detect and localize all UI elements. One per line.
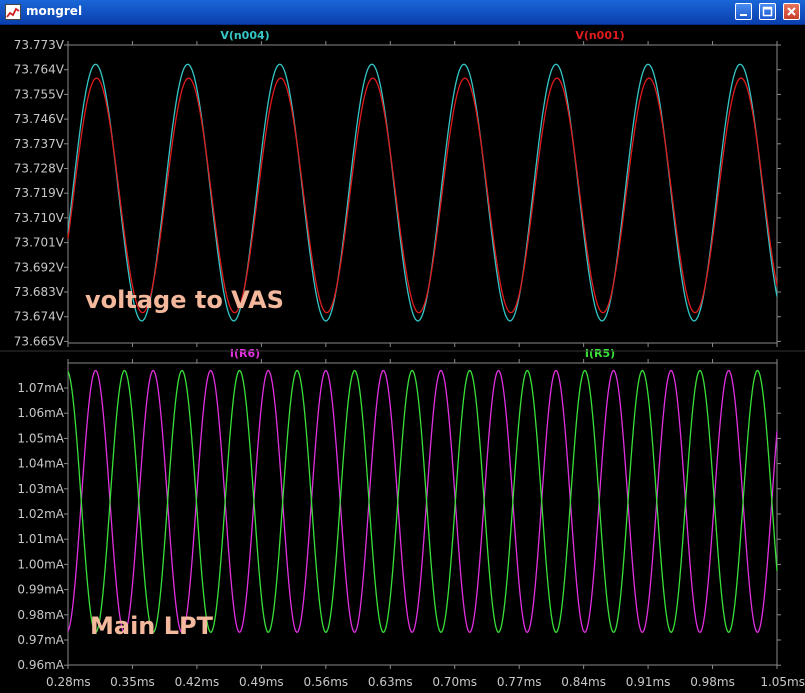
y-tick-label: 73.764V <box>14 63 65 77</box>
y-tick-label: 0.98mA <box>17 608 64 622</box>
y-tick-label: 73.674V <box>14 310 65 324</box>
x-tick-label: 0.42ms <box>175 675 220 689</box>
plot-annotation: voltage to VAS <box>85 286 284 314</box>
trace-label: I(R6) <box>230 347 260 360</box>
x-tick-label: 0.49ms <box>239 675 284 689</box>
y-tick-label: 73.683V <box>14 285 65 299</box>
plot-annotation: Main LPT <box>90 612 214 640</box>
y-tick-label: 1.05mA <box>17 431 64 445</box>
trace-label: I(R5) <box>585 347 615 360</box>
x-tick-label: 0.35ms <box>110 675 155 689</box>
y-tick-label: 73.746V <box>14 112 65 126</box>
y-tick-label: 1.00mA <box>17 557 64 571</box>
y-tick-label: 0.96mA <box>17 658 64 672</box>
waveform-viewer[interactable]: 73.773V 73.764V 73.755V 73.746V 73.737V 73.72… <box>0 0 805 693</box>
y-tick-label: 73.755V <box>14 87 65 101</box>
y-tick-label: 73.692V <box>14 260 65 274</box>
y-tick-label: 0.99mA <box>17 583 64 597</box>
y-tick-label: 1.06mA <box>17 406 64 420</box>
y-tick-label: 1.02mA <box>17 507 64 521</box>
y-tick-label: 1.01mA <box>17 532 64 546</box>
x-tick-label: 1.05ms <box>760 675 805 689</box>
x-tick-label: 0.70ms <box>432 675 477 689</box>
y-tick-label: 1.03mA <box>17 482 64 496</box>
x-tick-label: 0.28ms <box>46 675 91 689</box>
trace-label: V(n004) <box>220 29 269 42</box>
x-tick-label: 0.63ms <box>368 675 413 689</box>
x-tick-label: 0.77ms <box>497 675 542 689</box>
y-tick-label: 73.719V <box>14 186 65 200</box>
y-tick-label: 73.710V <box>14 211 65 225</box>
y-tick-label: 1.07mA <box>17 381 64 395</box>
y-tick-label: 73.773V <box>14 38 65 52</box>
y-tick-label: 73.701V <box>14 236 65 250</box>
x-tick-label: 0.84ms <box>561 675 606 689</box>
x-tick-label: 0.91ms <box>626 675 671 689</box>
trace-label: V(n001) <box>575 29 624 42</box>
y-tick-label: 1.04mA <box>17 457 64 471</box>
y-tick-label: 73.728V <box>14 162 65 176</box>
y-tick-label: 73.665V <box>14 334 65 348</box>
x-tick-label: 0.56ms <box>303 675 348 689</box>
x-tick-label: 0.98ms <box>690 675 735 689</box>
y-tick-label: 73.737V <box>14 137 65 151</box>
series-line-v-n004- <box>67 63 778 322</box>
y-tick-label: 0.97mA <box>17 633 64 647</box>
